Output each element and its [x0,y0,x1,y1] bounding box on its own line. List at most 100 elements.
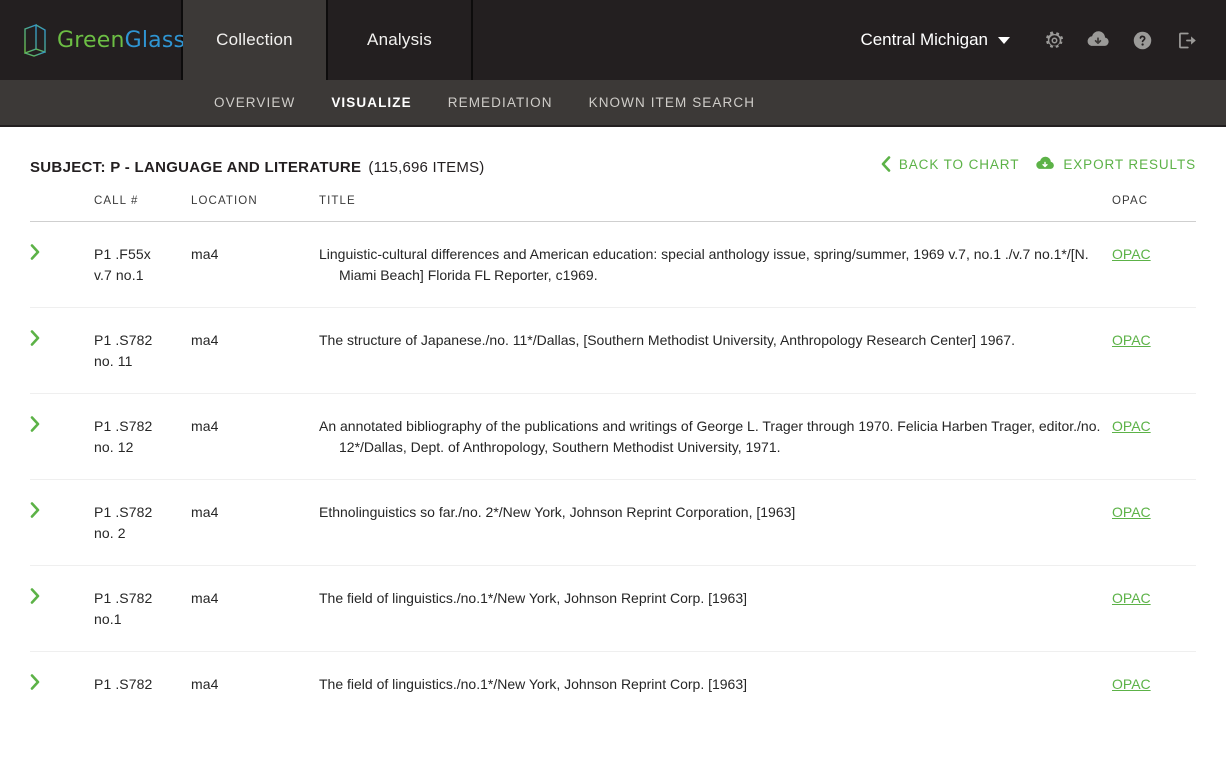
subnav-known-item-search-label: KNOWN ITEM SEARCH [588,95,756,110]
secondary-nav: OVERVIEW VISUALIZE REMEDIATION KNOWN ITE… [0,80,1226,127]
column-header-expand [30,195,94,222]
export-results-label: EXPORT RESULTS [1063,156,1196,172]
subnav-item-overview[interactable]: OVERVIEW [214,95,295,110]
cell-call-number: P1 .S782 no. 11 [94,307,191,394]
cell-opac: OPAC [1112,393,1196,480]
title-text: Ethnolinguistics so far./no. 2*/New York… [319,504,796,520]
cell-location: ma4 [191,676,219,692]
chevron-left-icon [880,156,891,172]
cell-title: An annotated bibliography of the publica… [319,393,1112,480]
page-actions: BACK TO CHART EXPORT RESULTS [880,156,1196,172]
subnav-visualize-label: VISUALIZE [331,95,412,110]
cell-opac: OPAC [1112,221,1196,308]
app-header: GreenGlass Collection Analysis Central M… [0,0,1226,80]
cell-title: The field of linguistics./no.1*/New York… [319,565,1112,652]
item-count: (115,696 ITEMS) [368,159,485,176]
column-header-location[interactable]: LOCATION [191,195,319,222]
chevron-right-icon [30,330,94,346]
expand-row-button[interactable] [30,479,94,566]
cell-opac: OPAC [1112,307,1196,394]
downloads-button[interactable] [1076,18,1120,62]
opac-link[interactable]: OPAC [1112,332,1151,348]
primary-tabs: Collection Analysis [183,0,473,80]
cell-location: ma4 [191,393,319,480]
expand-row-button[interactable] [30,307,94,394]
tab-analysis-label: Analysis [367,30,432,49]
main-content: SUBJECT: P - LANGUAGE AND LITERATURE (11… [0,127,1226,716]
page-title: SUBJECT: P - LANGUAGE AND LITERATURE [30,159,362,176]
table-row: P1 .S782 no. 12 ma4 An annotated bibliog… [30,393,1196,480]
opac-link[interactable]: OPAC [1112,418,1151,434]
cell-title: Linguistic-cultural differences and Amer… [319,221,1112,308]
column-header-call[interactable]: CALL # [94,195,191,222]
brand-name-green: Green [57,27,125,53]
cell-call-number: P1 .S782 no.1 [94,565,191,652]
title-text: The structure of Japanese./no. 11*/Dalla… [319,332,1015,348]
table-row: P1 .S782 no. 2 ma4 Ethnolinguistics so f… [30,479,1196,566]
logout-button[interactable] [1164,18,1208,62]
export-results-link[interactable]: EXPORT RESULTS [1035,156,1196,172]
page-header-row: SUBJECT: P - LANGUAGE AND LITERATURE (11… [30,127,1196,180]
title-text: The field of linguistics./no.1*/New York… [319,676,748,692]
help-circle-icon [1132,30,1153,51]
cell-location: ma4 [191,479,319,566]
brand-logo[interactable]: GreenGlass [0,0,185,80]
opac-link[interactable]: OPAC [1112,246,1151,262]
expand-row-button[interactable] [30,221,94,308]
chevron-right-icon [30,674,94,690]
header-right-controls: Central Michigan [860,0,1226,80]
chevron-right-icon [30,416,94,432]
cell-opac: OPAC [1112,479,1196,566]
gear-icon [1044,30,1065,51]
results-table: CALL # LOCATION TITLE OPAC P1 .F55x v.7 … [30,195,1196,716]
cell-location: ma4 [191,565,319,652]
tab-analysis[interactable]: Analysis [328,0,473,80]
tab-collection-label: Collection [216,30,293,49]
cell-opac: OPAC [1112,652,1196,717]
organization-selector[interactable]: Central Michigan [860,30,1010,50]
table-head: CALL # LOCATION TITLE OPAC [30,195,1196,222]
opac-link[interactable]: OPAC [1112,676,1151,692]
chevron-right-icon [30,502,94,518]
table-header-row: CALL # LOCATION TITLE OPAC [30,195,1196,222]
chevron-right-icon [30,588,94,604]
back-to-chart-link[interactable]: BACK TO CHART [880,156,1019,172]
chevron-down-icon [998,36,1010,44]
cell-opac: OPAC [1112,565,1196,652]
cell-title: The field of linguistics./no.1*/New York… [319,652,1112,717]
cell-call-number: P1 .S782 no. 2 [94,479,191,566]
organization-label: Central Michigan [860,30,988,49]
cell-title: The structure of Japanese./no. 11*/Dalla… [319,307,1112,394]
help-button[interactable] [1120,18,1164,62]
back-to-chart-label: BACK TO CHART [898,156,1020,172]
opac-link[interactable]: OPAC [1112,504,1151,520]
table-row: P1 .S782 no. 11 ma4 The structure of Jap… [30,307,1196,394]
cell-title: Ethnolinguistics so far./no. 2*/New York… [319,479,1112,566]
cell-call-number: P1 .S782 no. 12 [94,393,191,480]
subnav-item-visualize[interactable]: VISUALIZE [331,95,411,110]
cell-location: ma4 [191,221,319,308]
subnav-item-remediation[interactable]: REMEDIATION [448,95,553,110]
greenglass-book-logo-icon [22,23,48,57]
settings-button[interactable] [1032,18,1076,62]
cloud-download-icon [1086,30,1110,50]
tab-collection[interactable]: Collection [183,0,328,80]
expand-row-button[interactable] [30,393,94,480]
opac-link[interactable]: OPAC [1112,590,1151,606]
expand-row-button[interactable] [30,652,94,717]
table-row: P1 .S782 ma4 The field of linguistics./n… [30,652,1196,717]
subnav-item-known-item-search[interactable]: KNOWN ITEM SEARCH [589,95,755,110]
table-row: P1 .F55x v.7 no.1 ma4 Linguistic-cultura… [30,221,1196,308]
cell-call-number: P1 .S782 [94,676,153,692]
cloud-download-icon [1035,156,1055,172]
brand-name: GreenGlass [57,28,185,53]
title-text: Linguistic-cultural differences and Amer… [319,246,1089,283]
expand-row-button[interactable] [30,565,94,652]
logout-icon [1176,30,1197,51]
table-body: P1 .F55x v.7 no.1 ma4 Linguistic-cultura… [30,221,1196,717]
column-header-title[interactable]: TITLE [319,195,1112,222]
title-text: The field of linguistics./no.1*/New York… [319,590,748,606]
column-header-opac: OPAC [1112,195,1196,222]
cell-call-number: P1 .F55x v.7 no.1 [94,221,191,308]
table-row: P1 .S782 no.1 ma4 The field of linguisti… [30,565,1196,652]
